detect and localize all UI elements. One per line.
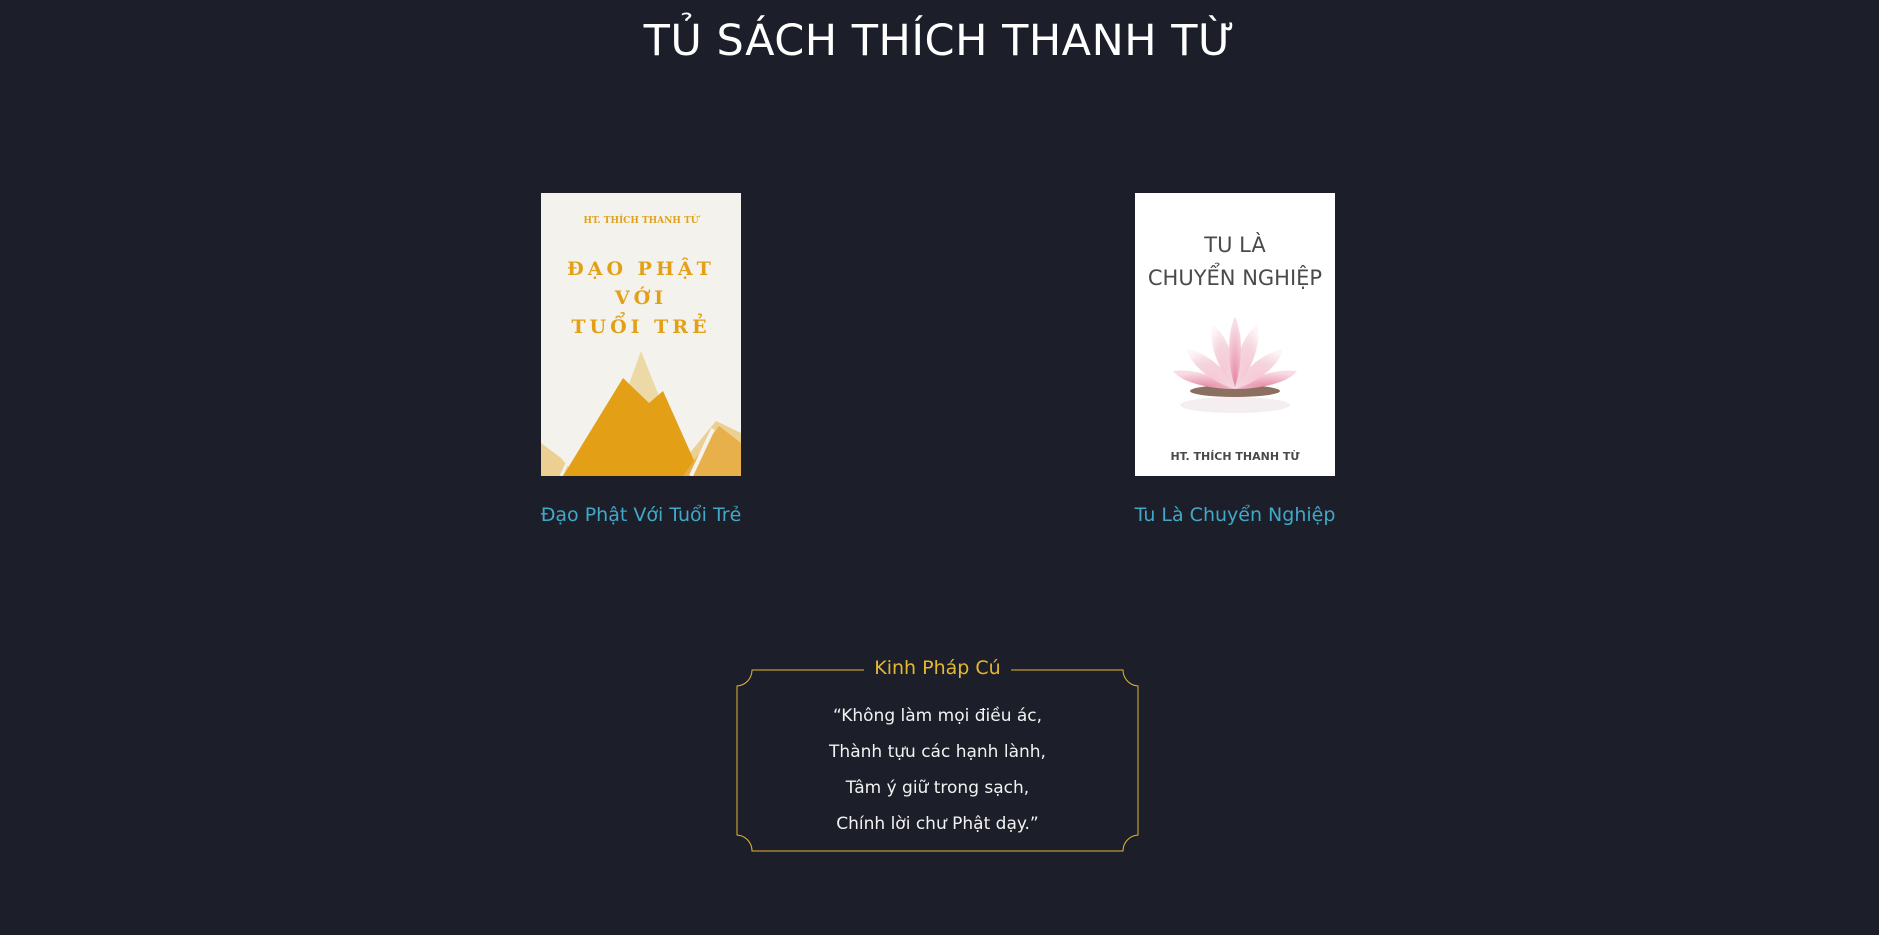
book-title-link[interactable]: Đạo Phật Với Tuổi Trẻ [511, 504, 771, 526]
book-cover-image[interactable]: HT. THÍCH THANH TỪ ĐẠO PHẬT VỚI TUỔI TRẺ [541, 193, 741, 476]
quote-text: “Không làm mọi điều ác, Thành tựu các hạ… [736, 698, 1139, 842]
book-cover-image[interactable]: TU LÀ CHUYỂN NGHIỆP HT. THÍCH THANH TỪ [1135, 193, 1335, 476]
quote-box: Kinh Pháp Cú “Không làm mọi điều ác, Thà… [736, 657, 1139, 852]
quote-line: “Không làm mọi điều ác, [832, 706, 1043, 726]
book-card-dao-phat-voi-tuoi-tre[interactable]: HT. THÍCH THANH TỪ ĐẠO PHẬT VỚI TUỔI TRẺ… [541, 193, 741, 526]
book-card-tu-la-chuyen-nghiep[interactable]: TU LÀ CHUYỂN NGHIỆP HT. THÍCH THANH TỪ T… [1135, 193, 1335, 526]
cover-author: HT. THÍCH THANH TỪ [1170, 450, 1300, 463]
quote-line: Tâm ý giữ trong sạch, [845, 778, 1030, 798]
quote-line: Thành tựu các hạnh lành, [829, 742, 1046, 762]
cover-title: ĐẠO PHẬT VỚI TUỔI TRẺ [567, 258, 715, 338]
page-title: TỦ SÁCH THÍCH THANH TỪ [643, 16, 1236, 66]
quote-heading: Kinh Pháp Cú [736, 657, 1139, 679]
book-title-link[interactable]: Tu Là Chuyển Nghiệp [1105, 504, 1365, 526]
cover-author: HT. THÍCH THANH TỪ [583, 216, 699, 226]
quote-line: Chính lời chư Phật dạy.” [836, 814, 1039, 834]
page: TỦ SÁCH THÍCH THANH TỪ HT. THÍCH THANH T… [0, 0, 1879, 935]
cover-title: TU LÀ CHUYỂN NGHIỆP [1147, 233, 1323, 290]
